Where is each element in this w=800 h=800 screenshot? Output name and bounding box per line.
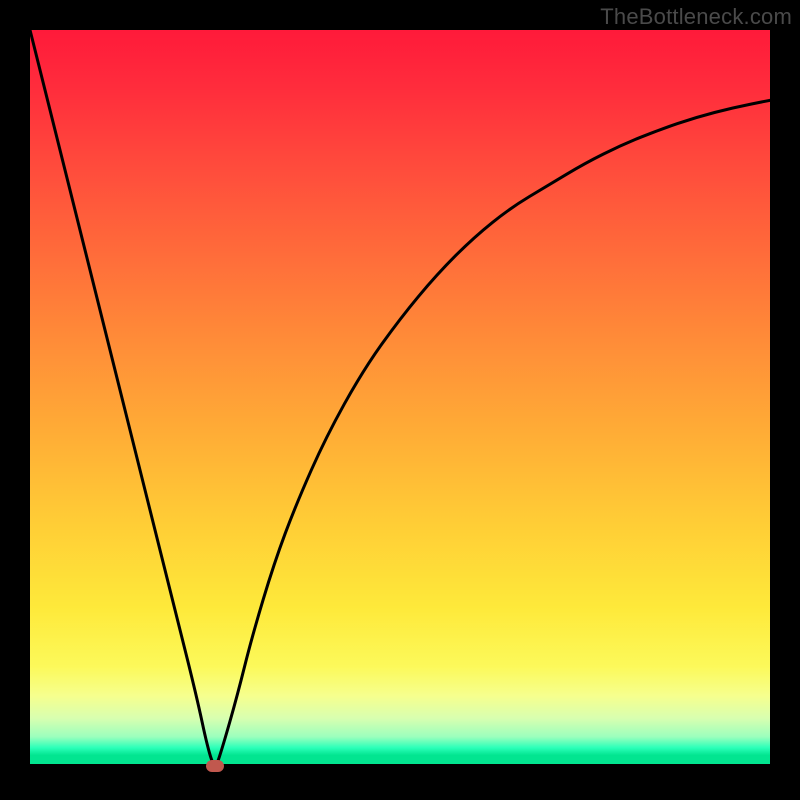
- bottleneck-curve: [30, 30, 770, 770]
- attribution-label: TheBottleneck.com: [600, 4, 792, 30]
- curve-path: [30, 30, 770, 764]
- optimal-point-marker: [206, 760, 224, 772]
- plot-area: [30, 30, 770, 770]
- chart-frame: TheBottleneck.com: [0, 0, 800, 800]
